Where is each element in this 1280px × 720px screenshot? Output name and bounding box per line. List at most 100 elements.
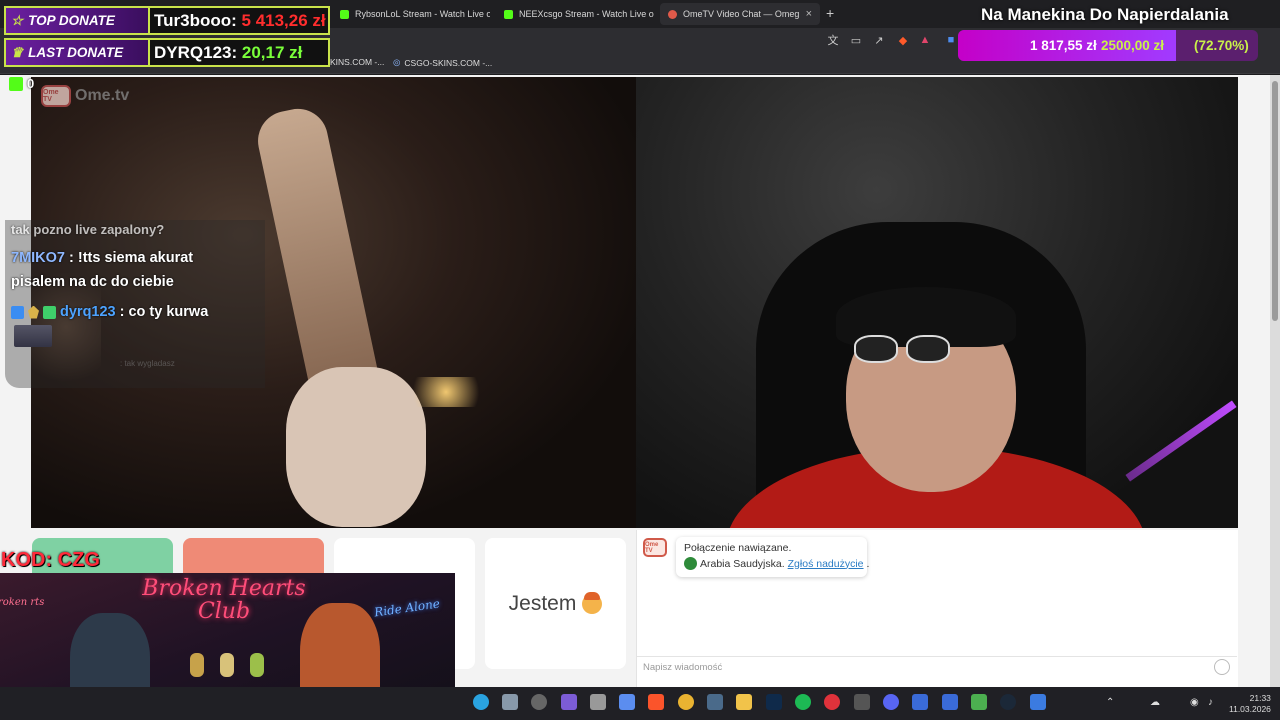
last-donate-widget: ♛ LAST DONATE DYRQ123: 20,17 zł bbox=[4, 38, 330, 67]
top-donate-widget: ☆ TOP DONATE Tur3booo: 5 413,26 zł bbox=[4, 6, 330, 35]
share-icon[interactable]: ↗ bbox=[872, 33, 886, 47]
top-donate-label: ☆ TOP DONATE bbox=[4, 6, 150, 35]
app-icon[interactable] bbox=[590, 694, 606, 710]
top-donate-label-text: TOP DONATE bbox=[28, 13, 115, 28]
country-line: Arabia Saudyjska. Zgłoś nadużycie. bbox=[684, 557, 869, 570]
settings-icon[interactable] bbox=[531, 694, 547, 710]
extension-icon[interactable]: ■ bbox=[944, 33, 958, 47]
jestem-card[interactable]: Jestem bbox=[485, 538, 626, 669]
ometv-logo: Ome TV Ome.tv bbox=[41, 85, 129, 107]
brave-icon[interactable] bbox=[648, 694, 664, 710]
last-donate-label: ♛ LAST DONATE bbox=[4, 38, 150, 67]
tab-neexcsgo[interactable]: NEEXcsgo Stream - Watch Live on Ki bbox=[496, 3, 654, 25]
spotify-icon[interactable] bbox=[795, 694, 811, 710]
goal-current: 1 817,55 zł bbox=[1030, 38, 1097, 53]
self-video bbox=[636, 77, 1238, 528]
message-input-placeholder[interactable]: Napisz wiadomość bbox=[643, 662, 722, 673]
clock-date: 11.03.2026 bbox=[1229, 704, 1271, 714]
steam-icon[interactable] bbox=[1000, 694, 1016, 710]
banner-left-sign: roken rts bbox=[0, 597, 45, 608]
app-icon[interactable] bbox=[854, 694, 870, 710]
chat-username: 7MIKO7 bbox=[11, 250, 65, 266]
brave-shield-icon[interactable]: ◆ bbox=[896, 33, 910, 47]
minecraft-icon[interactable] bbox=[971, 694, 987, 710]
boy-emoji-icon bbox=[582, 591, 603, 614]
beer-tap bbox=[190, 653, 204, 677]
emoji-picker-icon[interactable] bbox=[1214, 659, 1230, 675]
kick-icon bbox=[9, 76, 23, 91]
photoshop-icon[interactable] bbox=[766, 694, 782, 710]
translate-icon[interactable]: 文 bbox=[826, 33, 840, 47]
camera-icon[interactable] bbox=[502, 694, 518, 710]
app-icon[interactable] bbox=[561, 694, 577, 710]
goal-title: Na Manekina Do Napierdalania bbox=[981, 5, 1229, 24]
ometv-icon bbox=[668, 9, 677, 19]
jestem-label: Jestem bbox=[508, 591, 577, 615]
sunglasses bbox=[854, 335, 950, 363]
tab-title: RybsonLoL Stream - Watch Live on Ki bbox=[355, 9, 490, 19]
chat-message: : co ty kurwa bbox=[119, 304, 209, 320]
ometv-logo-text: Ome.tv bbox=[75, 87, 130, 104]
beer-tap bbox=[220, 653, 234, 677]
report-suffix: . bbox=[866, 557, 870, 570]
subscriber-badge-icon bbox=[11, 305, 24, 319]
folder-icon[interactable] bbox=[736, 694, 752, 710]
app-icon[interactable] bbox=[707, 694, 723, 710]
close-icon[interactable]: × bbox=[806, 8, 812, 20]
chat-line: dyrq123 : co ty kurwa bbox=[11, 304, 208, 320]
tab-rybsonlol[interactable]: RybsonLoL Stream - Watch Live on Ki bbox=[332, 3, 490, 25]
chat-username: dyrq123 bbox=[60, 304, 116, 320]
banner-title: Broken Hearts Club bbox=[142, 576, 306, 624]
message-input-area[interactable] bbox=[637, 656, 1237, 680]
top-donate-amount: 5 413,26 zł bbox=[241, 10, 326, 30]
viewer-count: 0 bbox=[27, 76, 35, 91]
kick-icon bbox=[504, 9, 513, 19]
ometv-badge: Ome TV bbox=[41, 85, 71, 107]
goal-target: 2500,00 zł bbox=[1101, 38, 1165, 53]
telegram-icon[interactable] bbox=[473, 694, 489, 710]
crown-icon: ♛ bbox=[11, 44, 24, 60]
bookmark-label: CSGO-SKINS.COM -... bbox=[404, 57, 493, 68]
country-name: Arabia Saudyjska. bbox=[700, 557, 785, 570]
connection-status: Połączenie nawiązane. bbox=[684, 542, 792, 554]
chat-faded-line: : tak wygladasz bbox=[120, 359, 175, 368]
banner-neon-sign: Ride Alone bbox=[373, 596, 441, 620]
cloud-icon[interactable]: ☁ bbox=[1150, 697, 1160, 708]
new-tab-button[interactable]: + bbox=[826, 5, 834, 21]
chevron-up-icon[interactable]: ⌃ bbox=[1106, 697, 1114, 708]
scrollbar[interactable] bbox=[1270, 75, 1280, 687]
bookmark-item[interactable]: ◎ CSGO-SKINS.COM -... bbox=[393, 57, 492, 68]
scrollbar-thumb[interactable] bbox=[1272, 81, 1278, 321]
promo-code: KOD: CZG bbox=[1, 549, 100, 571]
clock[interactable]: 21:33 11.03.2026 bbox=[1229, 693, 1271, 715]
chat-line: tak pozno live zapalony? bbox=[11, 222, 165, 237]
x-app-icon[interactable] bbox=[619, 694, 635, 710]
top-donate-user: Tur3booo: bbox=[154, 10, 237, 30]
app-icon[interactable] bbox=[912, 694, 928, 710]
app-icon[interactable] bbox=[1030, 694, 1046, 710]
wifi-icon[interactable]: ◉ bbox=[1190, 697, 1199, 708]
tab-ometv[interactable]: OmeTV Video Chat — Omeg × bbox=[660, 3, 820, 25]
bookmark-item[interactable]: KINS.COM -... bbox=[330, 57, 384, 67]
chrome-icon[interactable] bbox=[678, 694, 694, 710]
gift-badge-icon bbox=[43, 305, 56, 319]
last-donate-label-text: LAST DONATE bbox=[28, 45, 124, 60]
kick-icon bbox=[340, 9, 349, 19]
discord-icon[interactable] bbox=[883, 694, 899, 710]
report-abuse-link[interactable]: Zgłoś nadużycie bbox=[788, 558, 864, 570]
tab-title: OmeTV Video Chat — Omeg bbox=[683, 9, 800, 19]
top-donate-value: Tur3booo: 5 413,26 zł bbox=[150, 6, 330, 35]
chat-emote bbox=[14, 325, 52, 347]
cast-icon[interactable]: ▭ bbox=[849, 33, 863, 47]
globe-icon: ◎ bbox=[393, 57, 401, 67]
app-icon[interactable] bbox=[942, 694, 958, 710]
volume-icon[interactable]: ♪ bbox=[1208, 697, 1213, 708]
star-icon: ☆ bbox=[11, 12, 24, 28]
app-icon[interactable] bbox=[824, 694, 840, 710]
rewards-icon[interactable]: ▲ bbox=[918, 33, 932, 47]
last-donate-user: DYRQ123: bbox=[154, 42, 238, 62]
chat-line: pisalem na dc do ciebie bbox=[11, 274, 174, 290]
background-lights bbox=[401, 377, 491, 407]
clock-time: 21:33 bbox=[1249, 693, 1271, 703]
rank-badge-icon bbox=[28, 305, 39, 319]
